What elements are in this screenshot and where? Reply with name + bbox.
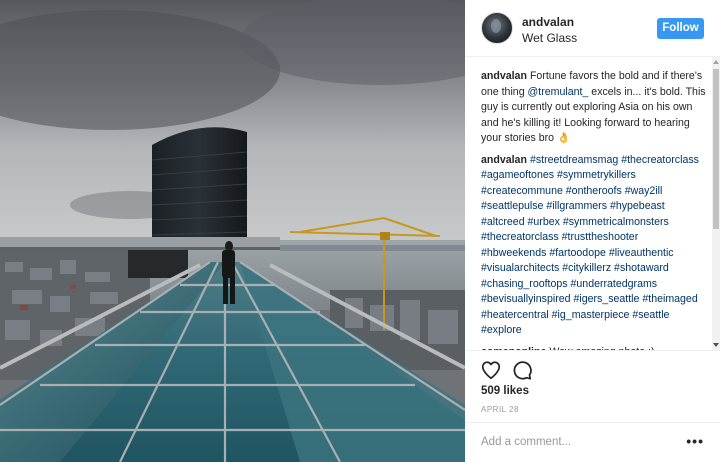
rooftop-photo [0,0,465,462]
comment-author[interactable]: andvalan [481,154,527,166]
post-header: andvalan Wet Glass Follow [465,0,720,57]
more-options-icon[interactable]: ••• [686,434,704,448]
add-comment-input[interactable] [481,431,671,453]
comments-list[interactable]: andvalan Fortune favors the bold and if t… [465,57,720,350]
add-comment-bar: ••• [465,422,720,462]
post-side-panel: andvalan Wet Glass Follow andvalan Fortun… [465,0,720,462]
follow-button[interactable]: Follow [657,18,704,39]
post-photo[interactable] [0,0,465,462]
comment-author[interactable]: andvalan [481,70,527,82]
comment-item: andvalan Fortune favors the bold and if t… [481,69,706,147]
comment-item: andvalan #streetdreamsmag #thecreatorclas… [481,153,706,339]
scroll-down-arrow-icon[interactable] [713,343,719,347]
comment-bubble-icon[interactable] [511,359,533,381]
avatar[interactable] [481,12,513,44]
post-author-username[interactable]: andvalan [522,15,574,29]
avatar-glint [491,19,501,33]
likes-count[interactable]: 509 likes [481,385,529,397]
comment-hashtag-link[interactable]: #streetdreamsmag #thecreatorclass #agame… [481,154,699,337]
post-location[interactable]: Wet Glass [522,31,577,45]
heart-icon[interactable] [480,359,502,381]
action-bar [465,350,720,384]
comment-text: 👌 [556,132,571,144]
comment-hashtag-link[interactable]: @tremulant_ [528,86,589,98]
scroll-up-arrow-icon[interactable] [713,60,719,64]
comments-scrollbar[interactable] [712,57,720,350]
post-date[interactable]: APRIL 28 [481,405,519,414]
scrollbar-thumb[interactable] [713,69,719,229]
